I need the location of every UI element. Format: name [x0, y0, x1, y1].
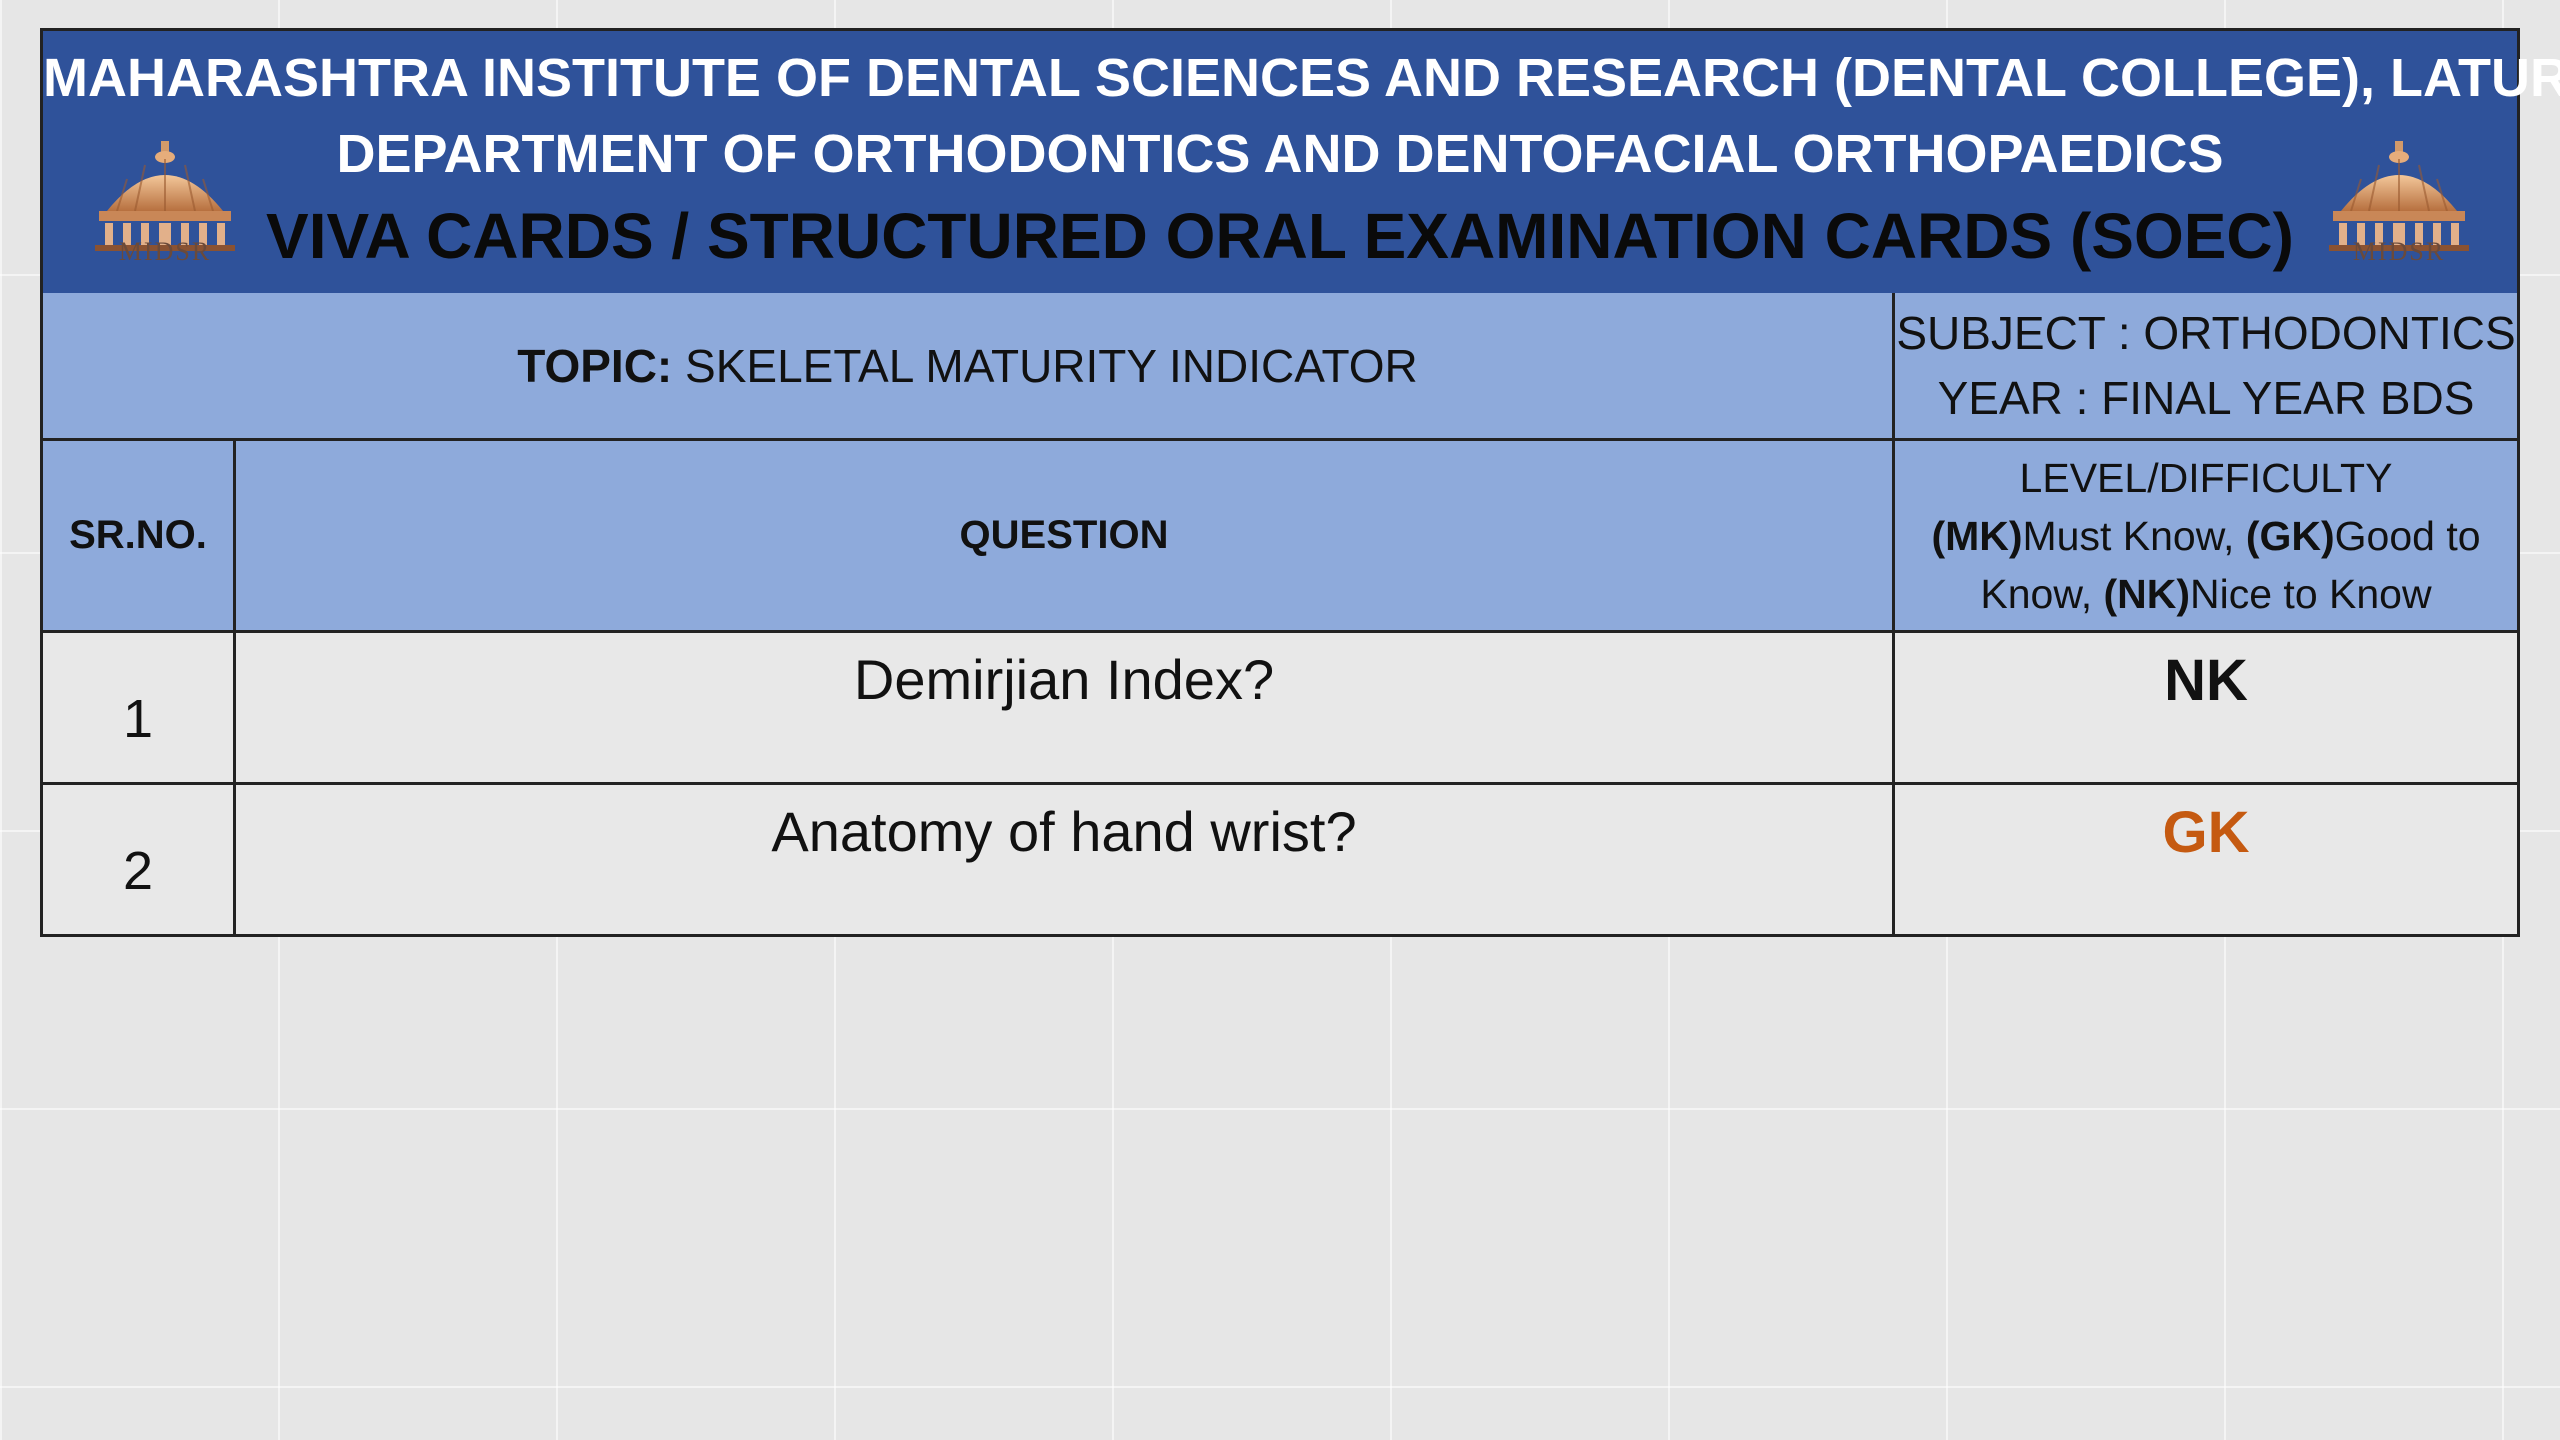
sr-no-header: SR.NO. [43, 441, 236, 630]
level-header: LEVEL/DIFFICULTY (MK)Must Know, (GK)Good… [1895, 441, 2517, 630]
table-row: 1 Demirjian Index? NK [43, 633, 2517, 785]
mk-code: (MK) [1931, 512, 2023, 559]
level-value: GK [2162, 800, 2250, 865]
institute-name: MAHARASHTRA INSTITUTE OF DENTAL SCIENCES… [43, 48, 2560, 108]
question-header: QUESTION [236, 441, 1895, 630]
know-prefix: Know, [1980, 570, 2104, 617]
mk-label: Must Know, [2022, 512, 2246, 559]
level-cell: GK [1895, 785, 2517, 934]
topic-row: TOPIC: SKELETAL MATURITY INDICATOR SUBJE… [43, 293, 2517, 441]
question-text: Anatomy of hand wrist? [771, 800, 1357, 863]
card-header: MIDSR MAHARASHTRA INSTITUTE OF DENTAL SC… [43, 31, 2560, 296]
dome-building-icon [2329, 141, 2469, 251]
subject-text: SUBJECT : ORTHODONTICS [1896, 306, 2516, 359]
question-cell: Demirjian Index? [236, 633, 1895, 782]
nk-label: Nice to Know [2190, 570, 2432, 617]
topic-cell: TOPIC: SKELETAL MATURITY INDICATOR [43, 293, 1895, 438]
gk-label: Good to [2334, 512, 2481, 559]
year-text: YEAR : FINAL YEAR BDS [1937, 371, 2475, 424]
viva-card: MIDSR MAHARASHTRA INSTITUTE OF DENTAL SC… [40, 28, 2560, 937]
topic-label: TOPIC: [517, 339, 673, 392]
card-title: VIVA CARDS / STRUCTURED ORAL EXAMINATION… [266, 200, 2294, 272]
subject-year-cell: SUBJECT : ORTHODONTICS YEAR : FINAL YEAR… [1895, 293, 2517, 438]
level-header-title: LEVEL/DIFFICULTY [2019, 454, 2393, 501]
department-name: DEPARTMENT OF ORTHODONTICS AND DENTOFACI… [336, 124, 2224, 184]
gk-code: (GK) [2245, 512, 2335, 559]
level-value: NK [2164, 648, 2248, 713]
logo-text: MIDSR [2352, 237, 2446, 266]
topic-text: TOPIC: SKELETAL MATURITY INDICATOR [517, 339, 1418, 393]
sr-no-cell: 1 [43, 633, 236, 782]
question-cell: Anatomy of hand wrist? [236, 785, 1895, 934]
question-header-label: QUESTION [959, 513, 1169, 557]
table-header-row: SR.NO. QUESTION LEVEL/DIFFICULTY (MK)Mus… [43, 441, 2517, 633]
question-text: Demirjian Index? [853, 648, 1275, 711]
topic-value: SKELETAL MATURITY INDICATOR [672, 339, 1418, 392]
institute-logo-right: MIDSR [2319, 141, 2479, 271]
table-row: 2 Anatomy of hand wrist? GK [43, 785, 2517, 934]
sr-no-cell: 2 [43, 785, 236, 934]
sr-no-header-label: SR.NO. [69, 513, 207, 557]
nk-code: (NK) [2103, 570, 2191, 617]
level-cell: NK [1895, 633, 2517, 782]
